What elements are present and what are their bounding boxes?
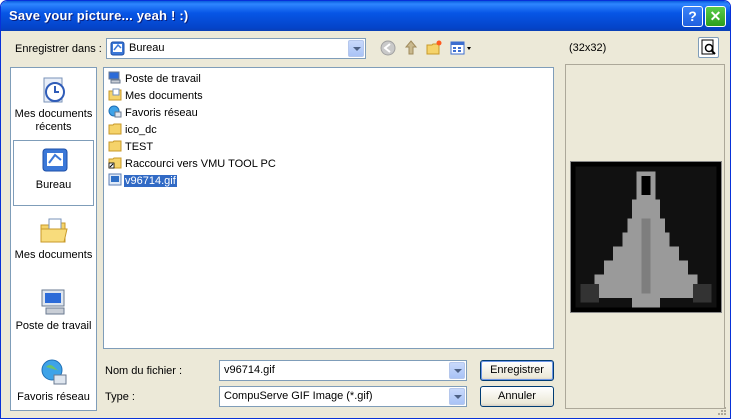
preview-image [570, 161, 722, 313]
desktop-icon [110, 41, 125, 56]
chevron-down-icon[interactable] [449, 362, 465, 379]
my-documents-icon [40, 218, 68, 243]
list-item[interactable]: ico_dc [108, 122, 158, 139]
places-recent-documents[interactable]: Mes documents récents [13, 70, 94, 136]
filetype-value: CompuServe GIF Image (*.gif) [224, 390, 373, 402]
computer-icon [41, 289, 65, 315]
title-bar[interactable]: Save your picture... yeah ! :) ? ✕ [1, 1, 730, 31]
save-in-label: Enregistrer dans : [15, 43, 102, 55]
recent-documents-icon [43, 77, 65, 103]
places-label: Mes documents récents [14, 108, 93, 133]
new-folder-icon[interactable] [424, 39, 444, 59]
folder-documents-icon [108, 88, 122, 101]
list-item-selected[interactable]: v96714.gif [108, 173, 177, 190]
folder-icon [108, 140, 122, 152]
list-item[interactable]: Poste de travail [108, 71, 202, 88]
preview-zoom-button[interactable] [698, 37, 719, 58]
gif-file-icon [108, 173, 122, 186]
list-item[interactable]: Raccourci vers VMU TOOL PC [108, 156, 277, 173]
computer-icon [108, 71, 121, 84]
desktop-icon [42, 148, 68, 172]
places-bar: Mes documents récents Bureau Mes documen… [10, 67, 97, 411]
chevron-down-icon[interactable] [348, 40, 364, 57]
filename-label: Nom du fichier : [105, 365, 183, 377]
preview-size-label: (32x32) [569, 42, 607, 54]
folder-icon [108, 123, 122, 135]
resize-grip-icon[interactable] [716, 405, 728, 417]
network-icon [41, 359, 67, 385]
places-my-documents[interactable]: Mes documents [13, 211, 94, 277]
places-label: Bureau [35, 179, 72, 191]
chevron-down-icon[interactable] [449, 388, 465, 405]
places-label: Mes documents [14, 249, 93, 261]
list-item[interactable]: Favoris réseau [108, 105, 199, 122]
save-in-dropdown[interactable]: Bureau [106, 38, 366, 59]
view-menu-icon[interactable] [448, 39, 474, 59]
back-icon[interactable] [378, 39, 398, 59]
save-dialog: Save your picture... yeah ! :) ? ✕ Enreg… [0, 0, 731, 419]
folder-shortcut-icon [108, 157, 122, 169]
places-my-computer[interactable]: Poste de travail [13, 282, 94, 348]
save-in-value: Bureau [129, 42, 165, 54]
preview-panel [565, 64, 725, 409]
window-title: Save your picture... yeah ! :) [9, 8, 189, 23]
list-item[interactable]: TEST [108, 139, 154, 156]
help-button[interactable]: ? [682, 6, 703, 27]
network-icon [108, 105, 122, 118]
filename-value: v96714.gif [224, 364, 275, 376]
places-label: Favoris réseau [17, 391, 90, 403]
filetype-label: Type : [105, 391, 135, 403]
save-button[interactable]: Enregistrer [480, 360, 554, 381]
list-item[interactable]: Mes documents [108, 88, 204, 105]
filename-input[interactable]: v96714.gif [219, 360, 467, 381]
places-network[interactable]: Favoris réseau [13, 353, 94, 418]
places-label: Poste de travail [15, 320, 92, 332]
up-folder-icon[interactable] [401, 39, 421, 59]
magnifier-icon [701, 39, 716, 55]
file-list[interactable]: Poste de travail Mes documents Favoris r… [103, 67, 554, 349]
close-button[interactable]: ✕ [705, 6, 726, 27]
filetype-dropdown[interactable]: CompuServe GIF Image (*.gif) [219, 386, 467, 407]
places-desktop[interactable]: Bureau [13, 140, 94, 206]
cancel-button[interactable]: Annuler [480, 386, 554, 407]
